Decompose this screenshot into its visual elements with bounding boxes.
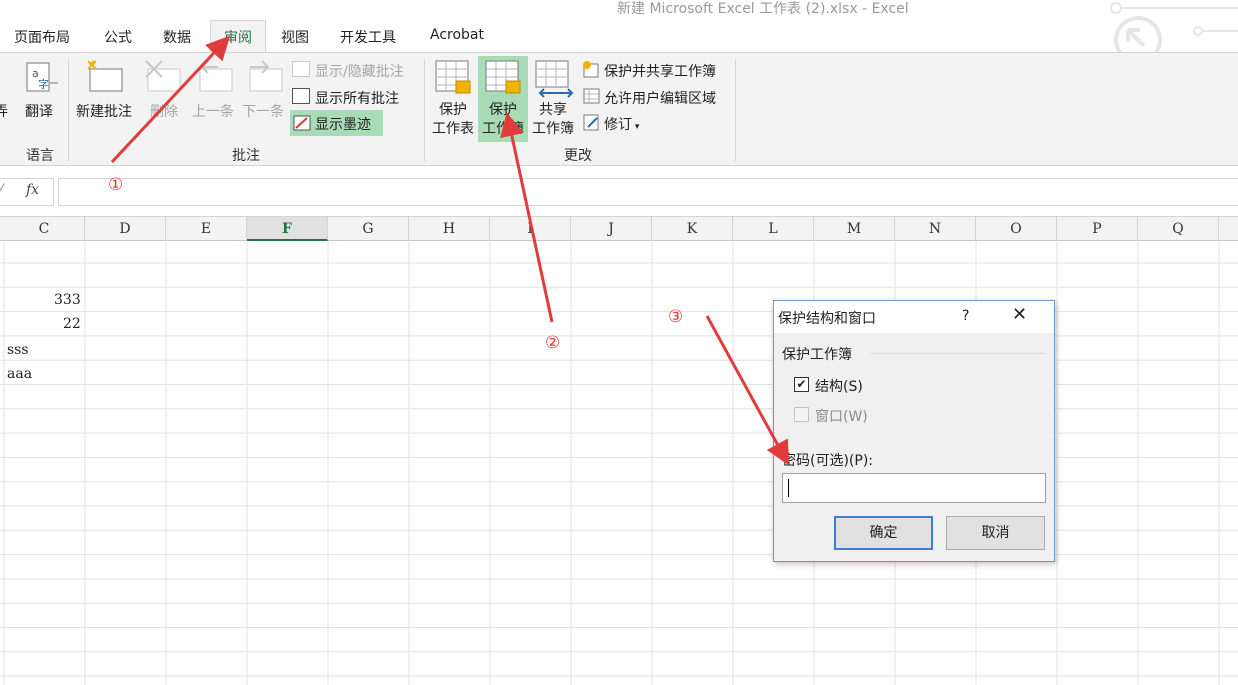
new-comment-button[interactable]: 新建批注 [76, 101, 132, 121]
tab-view[interactable]: 视图 [281, 27, 309, 47]
structure-checkbox[interactable]: ✔ [794, 377, 809, 392]
protect-sheet-button[interactable]: 保护 工作表 [428, 101, 478, 139]
track-changes-icon [583, 114, 599, 131]
language-group-label: 语言 [26, 148, 54, 164]
share-workbook-button[interactable]: 共享 工作簿 [528, 101, 578, 139]
show-ink-button[interactable]: 显示墨迹 [315, 114, 371, 134]
insert-function-button[interactable]: fx [26, 182, 39, 198]
ok-button[interactable]: 确定 [834, 516, 933, 550]
tab-page-layout[interactable]: 页面布局 [14, 27, 70, 47]
show-all-comments-button[interactable]: 显示所有批注 [315, 88, 399, 108]
allow-edit-ranges-button[interactable]: 允许用户编辑区域 [604, 88, 716, 108]
column-header-d[interactable]: D [85, 217, 166, 241]
svg-text:字: 字 [38, 77, 49, 91]
next-comment-icon [249, 60, 283, 92]
partial-button-label[interactable]: 弄 [0, 101, 8, 121]
tab-data[interactable]: 数据 [163, 27, 191, 47]
tab-formulas[interactable]: 公式 [104, 27, 132, 47]
column-header-n[interactable]: N [895, 217, 976, 241]
column-header-o[interactable]: O [976, 217, 1057, 241]
protect-share-icon [583, 61, 599, 78]
group-separator [68, 59, 69, 161]
windows-label: 窗口(W) [815, 409, 868, 425]
comments-group-label: 批注 [232, 148, 260, 164]
show-hide-comment-button[interactable]: 显示/隐藏批注 [315, 61, 404, 81]
close-icon[interactable]: ✕ [1012, 304, 1027, 325]
share-workbook-label-1: 共享 [539, 102, 567, 118]
chevron-down-icon: ▾ [632, 122, 640, 132]
column-header-p[interactable]: P [1057, 217, 1138, 241]
cell-sss[interactable]: sss [7, 342, 29, 358]
translate-icon: a 字 [26, 62, 58, 92]
protect-workbook-label-1: 保护 [489, 102, 517, 118]
group-separator [424, 59, 425, 161]
cell-c-22[interactable]: 22 [63, 316, 81, 332]
protect-sheet-label-1: 保护 [439, 102, 467, 118]
help-button[interactable]: ? [962, 308, 969, 324]
text-caret [788, 479, 789, 497]
cell-aaa[interactable]: aaa [7, 366, 32, 382]
column-header-e[interactable]: E [166, 217, 247, 241]
protect-structure-dialog: 保护结构和窗口 ? ✕ 保护工作簿 ✔ 结构(S) 窗口(W) 密码(可选)(P… [773, 300, 1055, 562]
column-header-k[interactable]: K [652, 217, 733, 241]
column-header-q[interactable]: Q [1138, 217, 1219, 241]
column-header-c[interactable]: C [4, 217, 85, 241]
windows-checkbox[interactable] [794, 407, 809, 422]
column-header-j[interactable]: J [571, 217, 652, 241]
changes-group-label: 更改 [564, 148, 592, 164]
tab-developer[interactable]: 开发工具 [340, 27, 396, 47]
divider-glyph: ⁄ [0, 182, 3, 198]
delete-comment-button[interactable]: 删除 [150, 101, 178, 121]
protect-sheet-icon [435, 60, 471, 94]
step-3-marker: ③ [668, 307, 684, 327]
protect-workbook-button[interactable]: 保护 工作簿 [478, 101, 528, 139]
column-header-i[interactable]: I [490, 217, 571, 241]
group-separator [735, 59, 736, 161]
tab-review[interactable]: 审阅 [210, 20, 266, 53]
column-header-row: CDEFGHIJKLMNOPQ [0, 216, 1238, 241]
new-comment-icon [87, 60, 123, 92]
column-header-l[interactable]: L [733, 217, 814, 241]
cell-c-333[interactable]: 333 [54, 292, 81, 308]
ink-pen-icon [293, 115, 311, 131]
column-header-g[interactable]: G [328, 217, 409, 241]
formula-input[interactable] [58, 178, 1238, 206]
previous-comment-icon [199, 60, 233, 92]
step-1-marker: ① [108, 175, 124, 195]
protect-workbook-label-2: 工作簿 [482, 121, 524, 137]
formula-bar: ⁄ fx [0, 166, 1238, 216]
password-input[interactable] [782, 473, 1046, 503]
protect-sheet-label-2: 工作表 [432, 121, 474, 137]
dialog-title: 保护结构和窗口 [778, 311, 876, 327]
track-changes-button[interactable]: 修订 ▾ [604, 114, 639, 134]
show-hide-comment-icon [292, 61, 310, 77]
cancel-button[interactable]: 取消 [946, 516, 1045, 550]
protect-share-button[interactable]: 保护并共享工作簿 [604, 61, 716, 81]
next-comment-button[interactable]: 下一条 [242, 101, 284, 121]
translate-button[interactable]: 翻译 [25, 101, 53, 121]
password-label: 密码(可选)(P): [782, 453, 874, 469]
tab-acrobat[interactable]: Acrobat [430, 27, 484, 43]
protect-workbook-icon [485, 60, 521, 94]
share-workbook-icon [535, 60, 574, 98]
group-title: 保护工作簿 [782, 347, 852, 363]
show-all-comments-icon [292, 88, 310, 104]
ribbon: 弄 a 字 翻译 语言 新建批注 删除 上一条 下一条 显示/隐藏批注 显示所有… [0, 52, 1238, 166]
step-2-marker: ② [545, 333, 561, 353]
group-divider [870, 353, 1046, 354]
formula-controls: ⁄ fx [0, 178, 54, 206]
previous-comment-button[interactable]: 上一条 [192, 101, 234, 121]
title-bar: 新建 Microsoft Excel 工作表 (2).xlsx - Excel … [0, 0, 1238, 53]
decoration-graphic [1110, 2, 1238, 52]
share-workbook-label-2: 工作簿 [532, 121, 574, 137]
structure-label: 结构(S) [815, 379, 863, 395]
column-header-h[interactable]: H [409, 217, 490, 241]
window-title: 新建 Microsoft Excel 工作表 (2).xlsx - Excel [617, 1, 909, 17]
column-header-m[interactable]: M [814, 217, 895, 241]
delete-comment-icon [145, 60, 181, 92]
track-changes-label: 修订 [604, 117, 632, 133]
column-header-f[interactable]: F [247, 217, 328, 241]
allow-edit-ranges-icon [583, 88, 600, 104]
